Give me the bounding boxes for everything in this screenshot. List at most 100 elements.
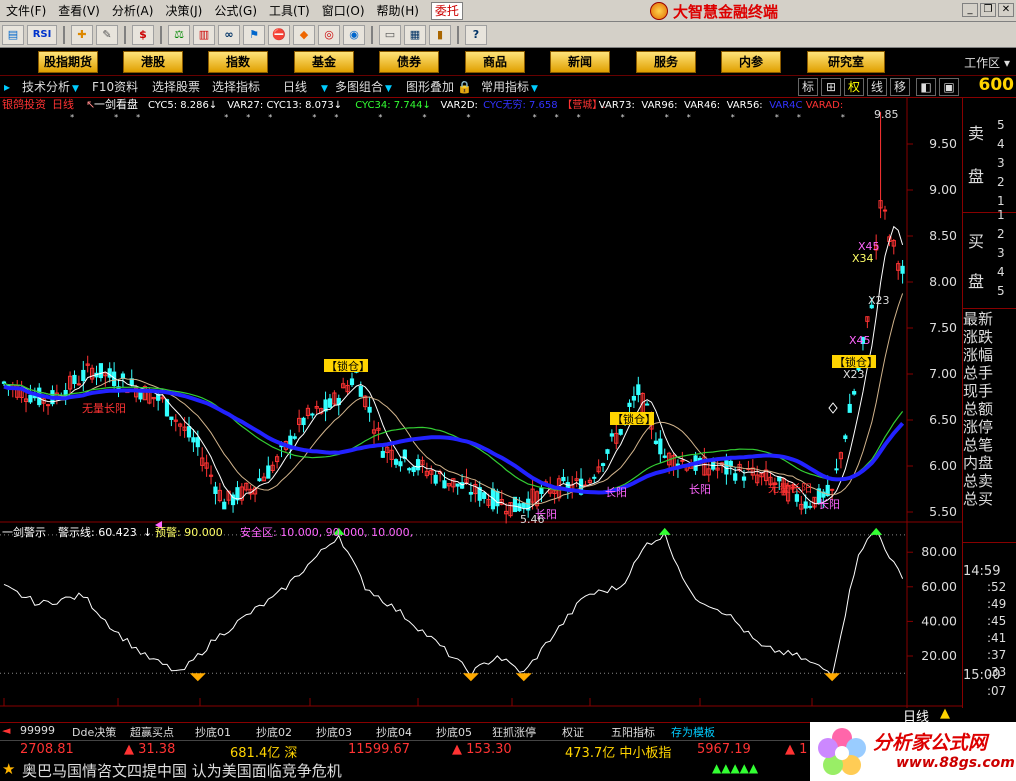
indicator-value: CYC34: 7.744↓: [355, 100, 431, 111]
candle-body: [393, 459, 399, 465]
save-template-tab[interactable]: 存为模板: [671, 724, 715, 740]
ticker-text[interactable]: 奥巴马国情咨文四提中国 认为美国面临竞争危机: [22, 760, 342, 781]
workarea-button[interactable]: 工作区 ▾: [964, 54, 1010, 71]
tab-f10[interactable]: F10资料: [92, 78, 138, 96]
entrust-button[interactable]: 委托: [430, 1, 463, 20]
date-mode-up-icon[interactable]: ▲: [940, 706, 950, 721]
signal-dot: *: [114, 113, 118, 122]
tab-select-indicator[interactable]: 选择指标: [212, 78, 260, 96]
rings2-icon[interactable]: ◉: [343, 24, 365, 45]
formula-tab[interactable]: 抄底01: [195, 724, 231, 740]
scale-icon[interactable]: ⚖: [168, 24, 190, 45]
formula-tab[interactable]: 超赢买点: [130, 724, 174, 740]
cat-insider-button[interactable]: 内参: [721, 51, 781, 73]
menu-tools[interactable]: 工具(T): [263, 0, 316, 22]
label-volume: 总手: [963, 364, 994, 382]
buy-level: 5: [997, 284, 1005, 298]
menu-view[interactable]: 查看(V): [52, 0, 106, 22]
cat-bond-button[interactable]: 债券: [379, 51, 439, 73]
tab-select-stock[interactable]: 选择股票: [152, 78, 200, 96]
candle-body: [415, 459, 421, 471]
help-icon[interactable]: ?: [465, 24, 487, 45]
cat-fund-button[interactable]: 基金: [294, 51, 354, 73]
wuliang-label-2: 无量长阳: [768, 482, 812, 495]
formula-tab[interactable]: 抄底03: [316, 724, 352, 740]
formula-tab[interactable]: Dde决策: [72, 724, 116, 740]
grid-icon[interactable]: ▦: [404, 24, 426, 45]
stop-icon[interactable]: ⛔: [268, 24, 290, 45]
kline-chart-svg[interactable]: 9.50 9.00 8.50 8.00 7.50 7.00 6.50 6.00 5.50 80.…: [0, 97, 962, 722]
mode-move-button[interactable]: 移: [890, 78, 910, 96]
tabs-left-icon[interactable]: ◄: [2, 724, 10, 737]
tab-multi-chart[interactable]: 多图组合 ▼: [335, 78, 392, 96]
mode-right-button[interactable]: 权: [844, 78, 864, 96]
candle-body: [468, 491, 474, 495]
tab-daily[interactable]: 日线 ▼: [283, 78, 328, 96]
menu-analysis[interactable]: 分析(A): [106, 0, 160, 22]
label-current-volume: 现手: [963, 382, 994, 400]
quote-value: 11599.67: [348, 742, 411, 757]
signal-dot: *: [731, 113, 735, 122]
crosshair-icon[interactable]: ✚: [71, 24, 93, 45]
indicator-value: CYC无穷: 7.658: [483, 98, 558, 111]
indicator-value: VAR96:: [641, 100, 677, 111]
menu-file[interactable]: 文件(F): [0, 0, 52, 22]
cat-commodity-button[interactable]: 商品: [465, 51, 525, 73]
menu-formula[interactable]: 公式(G): [208, 0, 263, 22]
candle-body: [380, 450, 385, 458]
binocular-icon[interactable]: ∞: [218, 24, 240, 45]
x23-label-b: X23: [843, 368, 865, 381]
formula-tab[interactable]: 抄底05: [436, 724, 472, 740]
bars-icon[interactable]: ▥: [193, 24, 215, 45]
function-bar: ▸ 技术分析 ▼ F10资料 选择股票 选择指标 日线 ▼ 多图组合 ▼ 图形叠加 🔒 …: [0, 75, 1016, 98]
divider: [963, 542, 1016, 543]
tab-overlay[interactable]: 图形叠加 🔒: [406, 78, 472, 96]
chart-icon[interactable]: ▤: [2, 24, 24, 45]
menu-window[interactable]: 窗口(O): [316, 0, 371, 22]
label-latest: 最新: [963, 310, 994, 328]
ruler-icon[interactable]: ✎: [96, 24, 118, 45]
mode-mark-button[interactable]: 标: [798, 78, 818, 96]
cat-news-button[interactable]: 新闻: [550, 51, 610, 73]
formula-tab[interactable]: 抄底02: [256, 724, 292, 740]
alert-icon[interactable]: ⚑: [243, 24, 265, 45]
changyang-label-4: 长阳: [818, 498, 840, 511]
notepad-icon[interactable]: ▭: [379, 24, 401, 45]
formula-tab[interactable]: 99999: [20, 724, 55, 737]
mode-line-button[interactable]: 线: [867, 78, 887, 96]
indicator-value: VAR46:: [684, 100, 720, 111]
funcbar-arrow-icon[interactable]: ▸: [4, 78, 10, 96]
formula-tab[interactable]: 权证: [562, 724, 584, 740]
candle-body: [76, 383, 81, 386]
books-icon[interactable]: ▮: [429, 24, 451, 45]
cat-index-button[interactable]: 指数: [208, 51, 268, 73]
indicator-value: VAR4C: [769, 100, 802, 111]
cat-hk-button[interactable]: 港股: [123, 51, 183, 73]
panel-right-icon[interactable]: ▣: [939, 78, 959, 96]
diamond-icon[interactable]: ◆: [293, 24, 315, 45]
menu-help[interactable]: 帮助(H): [371, 0, 425, 22]
panel-left-icon[interactable]: ◧: [916, 78, 936, 96]
rings-icon[interactable]: ◎: [318, 24, 340, 45]
minimize-icon[interactable]: _: [962, 3, 978, 17]
ad-banner[interactable]: 分析家公式网 www.88gs.com: [810, 722, 1016, 781]
restore-icon[interactable]: ❐: [980, 3, 996, 17]
chart-area[interactable]: 9.50 9.00 8.50 8.00 7.50 7.00 6.50 6.00 5.50 80.…: [0, 97, 962, 722]
formula-tab[interactable]: 狂抓涨停: [492, 724, 536, 740]
tab-technical-analysis[interactable]: 技术分析 ▼: [22, 78, 79, 96]
rsi-icon[interactable]: RSI: [27, 24, 57, 45]
candle-body: [266, 465, 271, 479]
cat-futures-button[interactable]: 股指期货: [38, 51, 98, 73]
formula-tab[interactable]: 抄底04: [376, 724, 412, 740]
price-axis-label: 7.00: [929, 366, 957, 381]
formula-tab[interactable]: 五阳指标: [611, 724, 655, 740]
price-icon[interactable]: $: [132, 24, 154, 45]
close-icon[interactable]: ✕: [998, 3, 1014, 17]
tick-row: :37: [987, 648, 1007, 662]
crosshair-mode-icon[interactable]: ⊞: [821, 78, 841, 96]
tab-common-indicator[interactable]: 常用指标 ▼: [481, 78, 538, 96]
cat-research-button[interactable]: 研究室: [807, 51, 885, 73]
app-window: 文件(F) 查看(V) 分析(A) 决策(J) 公式(G) 工具(T) 窗口(O…: [0, 0, 1016, 781]
menu-decision[interactable]: 决策(J): [159, 0, 208, 22]
cat-service-button[interactable]: 服务: [636, 51, 696, 73]
